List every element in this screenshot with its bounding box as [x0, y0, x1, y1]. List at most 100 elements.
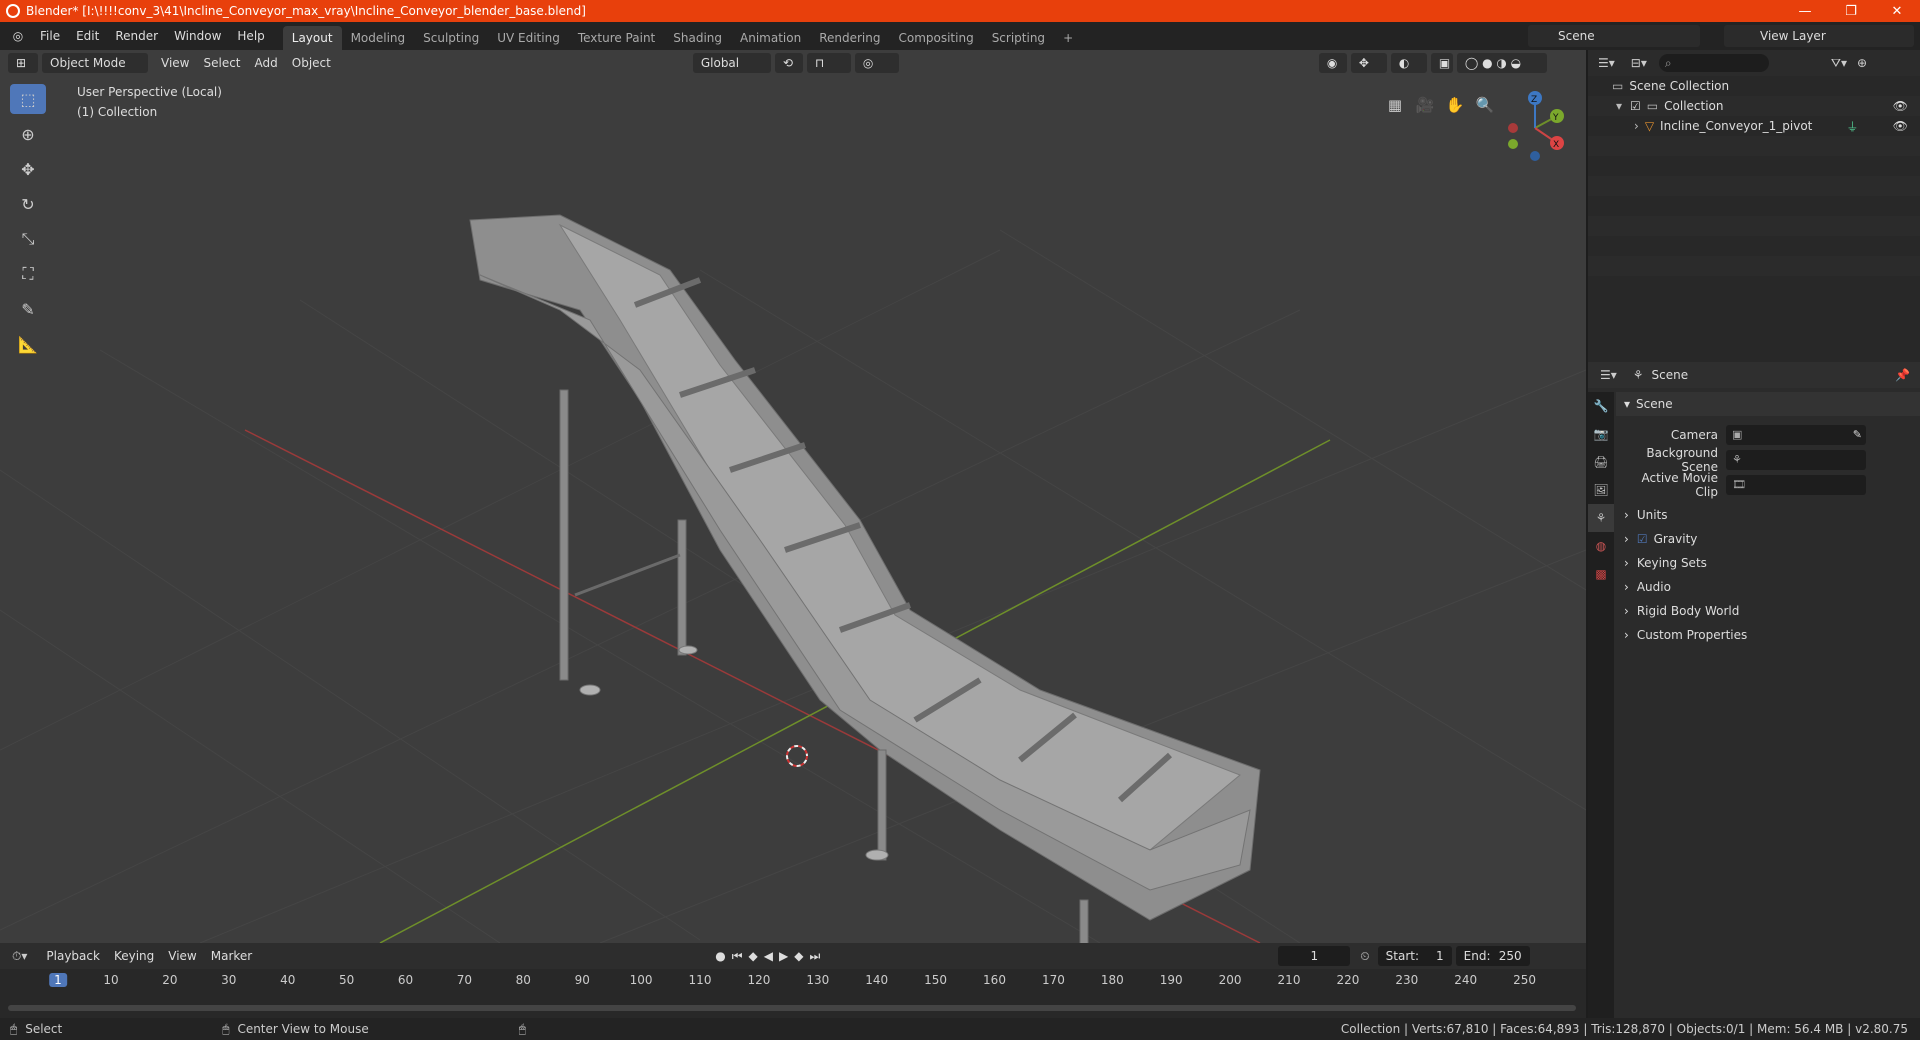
add-menu[interactable]: Add: [248, 56, 285, 70]
marker-menu[interactable]: Marker: [204, 949, 259, 963]
current-frame-field[interactable]: 1: [1278, 946, 1351, 966]
play-icon[interactable]: ▶: [779, 949, 788, 964]
jump-end-icon[interactable]: ⏭: [809, 949, 820, 964]
select-menu[interactable]: Select: [196, 56, 247, 70]
timeline-editor-icon[interactable]: ⏱▾: [12, 949, 27, 964]
proportional-editing-icon[interactable]: ◎: [854, 53, 899, 73]
menu-render[interactable]: Render: [107, 22, 166, 50]
object-data-icon[interactable]: ⏚: [1846, 118, 1858, 135]
collection-checkbox[interactable]: ☑: [1630, 99, 1641, 113]
menu-file[interactable]: File: [32, 22, 68, 50]
tab-layout[interactable]: Layout: [282, 26, 342, 50]
tab-sculpting[interactable]: Sculpting: [414, 26, 488, 50]
tab-animation[interactable]: Animation: [731, 26, 810, 50]
snap-icon[interactable]: ⊓: [806, 53, 851, 73]
collection-visibility-icon[interactable]: 👁: [1893, 99, 1908, 113]
pin-icon[interactable]: 📌: [1895, 368, 1910, 382]
outliner-row-scene-collection[interactable]: ▭ Scene Collection: [1588, 76, 1920, 96]
conveyor-model[interactable]: [469, 214, 1261, 943]
expand-arrow-icon[interactable]: ▾: [1616, 99, 1622, 113]
record-icon[interactable]: ●: [715, 949, 725, 964]
playback-menu[interactable]: Playback: [39, 949, 107, 963]
pan-hand-icon[interactable]: ✋: [1440, 90, 1470, 120]
add-workspace-icon[interactable]: +: [1054, 26, 1082, 50]
outliner-row-object[interactable]: › ▽ Incline_Conveyor_1_pivot ⏚ 👁: [1588, 116, 1920, 136]
object-expand-arrow-icon[interactable]: ›: [1634, 119, 1639, 133]
texture-tab-icon[interactable]: ▩: [1588, 560, 1614, 588]
move-tool[interactable]: ✥: [10, 154, 46, 184]
render-tab-icon[interactable]: 📷: [1588, 420, 1614, 448]
start-frame-field[interactable]: Start: 1: [1377, 946, 1452, 966]
outliner-editor-icon[interactable]: ☰▾: [1598, 56, 1615, 70]
object-menu[interactable]: Object: [285, 56, 338, 70]
prev-keyframe-icon[interactable]: ◆: [749, 949, 758, 964]
preview-range-icon[interactable]: ⏲: [1360, 949, 1369, 964]
gizmo-toggle-icon[interactable]: ✥: [1350, 53, 1387, 73]
xray-icon[interactable]: ▣: [1430, 53, 1453, 73]
active-movie-clip-field[interactable]: 🎞: [1726, 474, 1866, 495]
new-collection-icon[interactable]: ⊕: [1857, 56, 1867, 70]
menu-edit[interactable]: Edit: [68, 22, 107, 50]
scene-panel-header[interactable]: ▾ Scene: [1616, 392, 1920, 416]
shading-modes[interactable]: ◯ ● ◑ ◒: [1456, 53, 1547, 73]
display-mode-icon[interactable]: ⊟▾: [1631, 56, 1647, 70]
tab-compositing[interactable]: Compositing: [889, 26, 982, 50]
rigid-body-world-panel[interactable]: › Rigid Body World: [1616, 599, 1920, 623]
menu-help[interactable]: Help: [229, 22, 272, 50]
navigation-gizmo[interactable]: Y Z X: [1495, 88, 1575, 168]
tab-scripting[interactable]: Scripting: [983, 26, 1054, 50]
audio-panel[interactable]: › Audio: [1616, 575, 1920, 599]
transform-tool[interactable]: ⛶: [10, 259, 46, 289]
gravity-checkbox[interactable]: ☑: [1637, 532, 1648, 546]
scale-tool[interactable]: ⤡: [10, 224, 46, 254]
minimize-button[interactable]: —: [1782, 0, 1828, 22]
outliner-row-collection[interactable]: ▾ ☑ ▭ Collection 👁: [1588, 96, 1920, 116]
keying-sets-panel[interactable]: › Keying Sets: [1616, 551, 1920, 575]
filter-icon[interactable]: ⛛▾: [1831, 56, 1847, 71]
current-frame-marker[interactable]: 1: [49, 973, 67, 987]
transform-orientation-selector[interactable]: Global: [692, 53, 771, 73]
next-keyframe-icon[interactable]: ◆: [794, 949, 803, 964]
overlays-toggle-icon[interactable]: ◐: [1390, 53, 1427, 73]
jump-start-icon[interactable]: ⏮: [732, 949, 743, 964]
pivot-point-icon[interactable]: ⟲: [774, 53, 803, 73]
close-button[interactable]: ✕: [1874, 0, 1920, 22]
tool-tab-icon[interactable]: 🔧: [1588, 392, 1614, 420]
play-reverse-icon[interactable]: ◀: [764, 949, 773, 964]
visibility-icon[interactable]: ◉: [1318, 53, 1347, 73]
end-frame-field[interactable]: End: 250: [1455, 946, 1530, 966]
outliner-search-field[interactable]: ⌕: [1658, 54, 1769, 72]
tab-rendering[interactable]: Rendering: [810, 26, 889, 50]
select-box-tool[interactable]: ⬚: [10, 84, 46, 114]
menu-window[interactable]: Window: [166, 22, 229, 50]
view-layer-selector[interactable]: View Layer: [1724, 25, 1914, 47]
units-panel[interactable]: › Units: [1616, 503, 1920, 527]
tab-shading[interactable]: Shading: [664, 26, 731, 50]
tab-texture-paint[interactable]: Texture Paint: [569, 26, 664, 50]
properties-editor-icon[interactable]: ☰▾: [1600, 368, 1617, 382]
world-tab-icon[interactable]: ◍: [1588, 532, 1614, 560]
object-visibility-icon[interactable]: 👁: [1893, 119, 1908, 133]
scene-selector[interactable]: Scene: [1528, 25, 1700, 47]
tab-modeling[interactable]: Modeling: [342, 26, 415, 50]
view-layer-tab-icon[interactable]: 🖼: [1588, 476, 1614, 504]
view-menu[interactable]: View: [154, 56, 196, 70]
tab-uv-editing[interactable]: UV Editing: [488, 26, 569, 50]
gravity-panel[interactable]: › ☑ Gravity: [1616, 527, 1920, 551]
mode-selector[interactable]: Object Mode: [42, 53, 148, 73]
editor-type-button[interactable]: ⊞: [8, 53, 38, 73]
camera-field[interactable]: ▣ ✎: [1726, 424, 1866, 445]
3d-viewport[interactable]: ⊞ Object Mode View Select Add Object Glo…: [0, 50, 1586, 943]
scene-tab-icon[interactable]: ⚘: [1588, 504, 1614, 532]
timeline-scrollbar[interactable]: [8, 1005, 1576, 1011]
annotate-tool[interactable]: ✎: [10, 294, 46, 324]
output-tab-icon[interactable]: 🖨: [1588, 448, 1614, 476]
cursor-tool[interactable]: ⊕: [10, 119, 46, 149]
timeline-view-menu[interactable]: View: [161, 949, 203, 963]
rotate-tool[interactable]: ↻: [10, 189, 46, 219]
keying-menu[interactable]: Keying: [107, 949, 161, 963]
background-scene-field[interactable]: ⚘: [1726, 449, 1866, 470]
measure-tool[interactable]: 📐: [10, 329, 46, 359]
frame-ruler[interactable]: 1 10 20 30 40 50 60 70 80 90 100 110 120 130 140 150 160…: [0, 971, 1586, 991]
blender-menu-icon[interactable]: ◎: [8, 26, 28, 46]
